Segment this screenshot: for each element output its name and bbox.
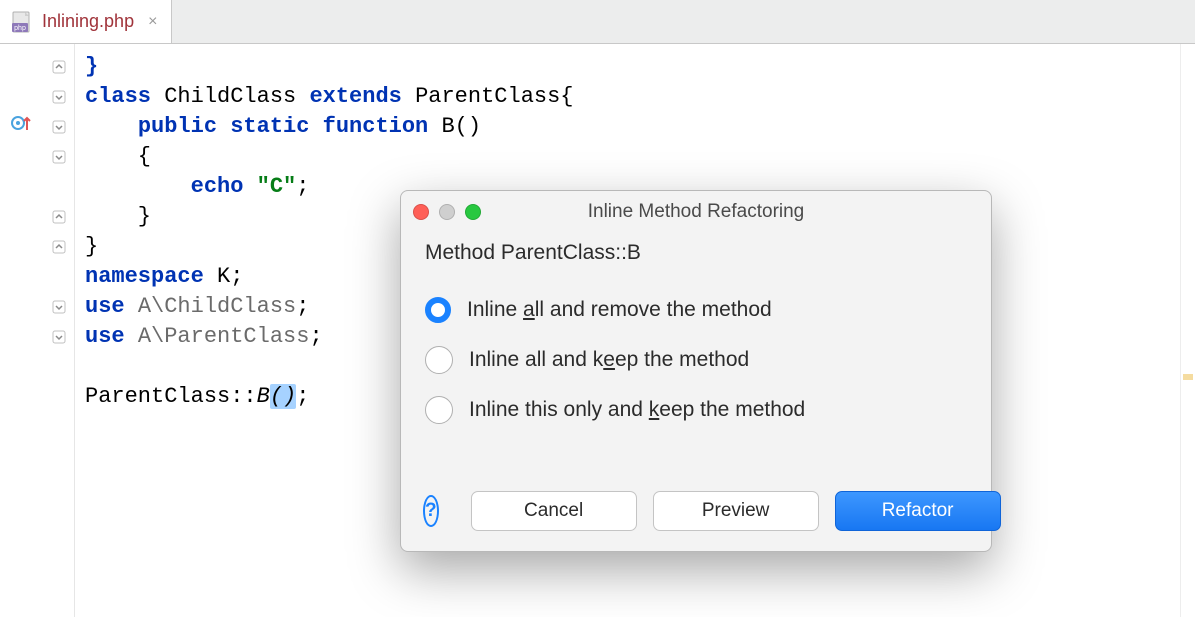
option-label: Inline all and keep the method bbox=[469, 348, 749, 372]
minimize-window-icon bbox=[439, 204, 455, 220]
method-label: Method ParentClass::B bbox=[425, 241, 967, 265]
fold-toggle-icon[interactable] bbox=[52, 120, 66, 134]
gutter-folding bbox=[44, 44, 75, 617]
fold-toggle-icon[interactable] bbox=[52, 330, 66, 344]
code-line[interactable]: class ChildClass extends ParentClass{ bbox=[75, 82, 1180, 112]
stripe-mark[interactable] bbox=[1183, 374, 1193, 380]
radio-icon[interactable] bbox=[425, 396, 453, 424]
tab-bar: php Inlining.php × bbox=[0, 0, 1195, 44]
php-file-icon: php bbox=[10, 10, 34, 34]
option-label: Inline all and remove the method bbox=[467, 298, 772, 322]
fold-toggle-icon[interactable] bbox=[52, 150, 66, 164]
fold-toggle-icon[interactable] bbox=[52, 60, 66, 74]
window-controls bbox=[413, 204, 481, 220]
dialog-body: Method ParentClass::B Inline all and rem… bbox=[401, 233, 991, 477]
preview-button[interactable]: Preview bbox=[653, 491, 819, 531]
zoom-window-icon[interactable] bbox=[465, 204, 481, 220]
inline-option-1[interactable]: Inline all and keep the method bbox=[425, 335, 967, 385]
fold-toggle-icon[interactable] bbox=[52, 210, 66, 224]
help-icon[interactable]: ? bbox=[423, 495, 439, 527]
code-line[interactable]: { bbox=[75, 142, 1180, 172]
radio-icon[interactable] bbox=[425, 346, 453, 374]
dialog-footer: ? Cancel Preview Refactor bbox=[401, 477, 991, 551]
dialog-title: Inline Method Refactoring bbox=[401, 201, 991, 223]
fold-toggle-icon[interactable] bbox=[52, 90, 66, 104]
override-up-icon[interactable] bbox=[10, 112, 32, 139]
dialog-titlebar: Inline Method Refactoring bbox=[401, 191, 991, 233]
inline-option-2[interactable]: Inline this only and keep the method bbox=[425, 385, 967, 435]
cancel-button[interactable]: Cancel bbox=[471, 491, 637, 531]
svg-text:php: php bbox=[14, 25, 26, 32]
tab-filename: Inlining.php bbox=[42, 11, 134, 32]
fold-toggle-icon[interactable] bbox=[52, 240, 66, 254]
refactor-button[interactable]: Refactor bbox=[835, 491, 1001, 531]
fold-toggle-icon[interactable] bbox=[52, 300, 66, 314]
inline-option-0[interactable]: Inline all and remove the method bbox=[425, 285, 967, 335]
gutter-icons bbox=[0, 44, 44, 617]
file-tab[interactable]: php Inlining.php × bbox=[0, 0, 172, 43]
code-line[interactable]: public static function B() bbox=[75, 112, 1180, 142]
option-label: Inline this only and keep the method bbox=[469, 398, 805, 422]
radio-icon[interactable] bbox=[425, 297, 451, 323]
close-icon[interactable]: × bbox=[148, 13, 157, 31]
code-line[interactable]: } bbox=[75, 52, 1180, 82]
close-window-icon[interactable] bbox=[413, 204, 429, 220]
inline-refactor-dialog: Inline Method Refactoring Method ParentC… bbox=[400, 190, 992, 552]
marker-stripe bbox=[1180, 44, 1195, 617]
